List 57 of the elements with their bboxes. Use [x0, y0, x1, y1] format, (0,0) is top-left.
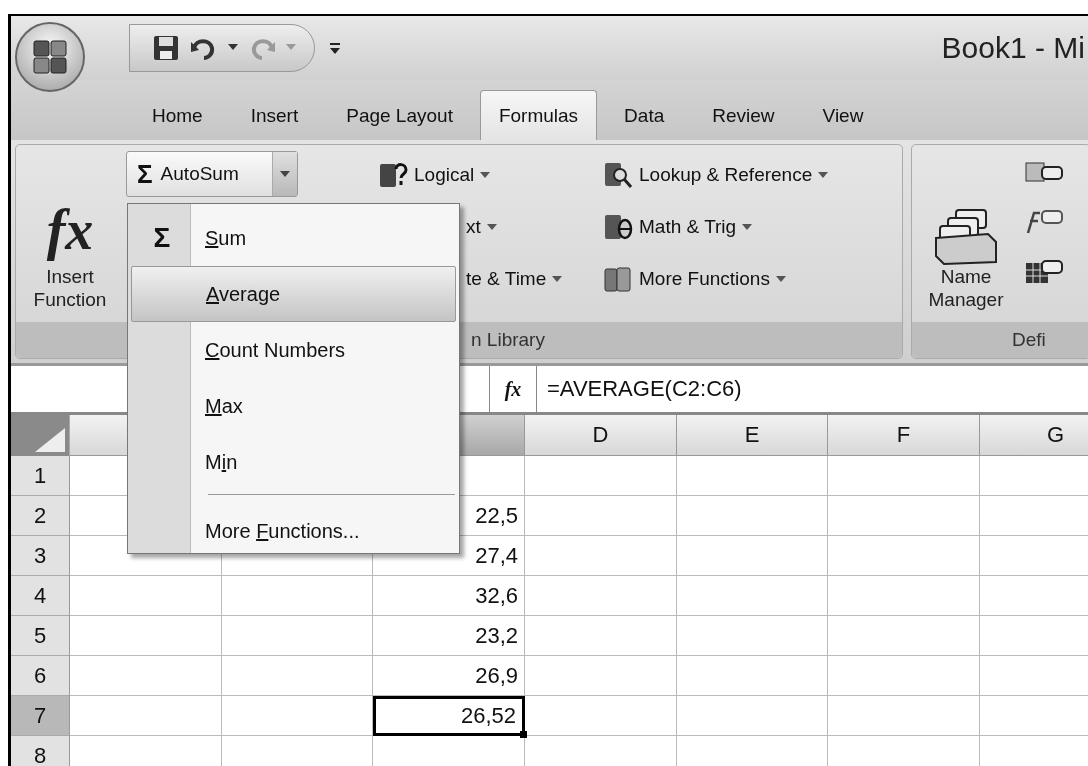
autosum-button[interactable]: Σ AutoSum	[126, 151, 298, 197]
row-header[interactable]: 2	[11, 496, 70, 536]
row-header[interactable]: 7	[11, 696, 70, 736]
column-header[interactable]: G	[980, 415, 1088, 456]
caret-icon[interactable]	[280, 171, 290, 177]
caret-icon	[486, 224, 497, 230]
use-in-formula-icon[interactable]	[1024, 207, 1064, 235]
table-cell: 23,2	[373, 616, 525, 656]
book-question-icon	[378, 161, 408, 189]
name-manager-button[interactable]: Name Manager	[912, 145, 1020, 322]
select-all-button[interactable]	[11, 415, 70, 456]
book-theta-icon	[603, 213, 633, 241]
row-header[interactable]: 4	[11, 576, 70, 616]
insert-function-button[interactable]: fx	[490, 377, 536, 401]
ribbon-tab[interactable]: Insert	[229, 90, 320, 140]
caret-icon	[742, 224, 753, 230]
function-category-button[interactable]: More Functions	[603, 253, 829, 305]
column-header[interactable]: E	[677, 415, 828, 456]
create-from-selection-icon[interactable]	[1024, 257, 1064, 285]
caret-icon	[552, 276, 563, 282]
group-label: Defi	[912, 322, 1088, 358]
caret-icon	[818, 172, 829, 178]
caret-icon	[480, 172, 491, 178]
function-category-button[interactable]: Math & Trig	[603, 201, 829, 253]
customize-toolbar-icon[interactable]	[329, 41, 341, 55]
card-box-icon	[934, 208, 998, 267]
caret-icon[interactable]	[228, 44, 238, 52]
function-category-button[interactable]: Logical	[378, 149, 593, 201]
function-category-button[interactable]: Lookup & Reference	[603, 149, 829, 201]
menu-item[interactable]: Average	[131, 266, 456, 322]
column-header[interactable]: F	[828, 415, 980, 456]
ribbon-tab[interactable]: View	[801, 90, 885, 140]
ribbon-tab[interactable]: Data	[603, 90, 686, 140]
table-cell: 26,52	[373, 696, 525, 736]
formula-field[interactable]: =AVERAGE(C2:C6)	[536, 366, 1088, 412]
column-header[interactable]: D	[525, 415, 677, 456]
row-header[interactable]: 1	[11, 456, 70, 496]
books-icon	[603, 265, 633, 293]
row-header[interactable]: 6	[11, 656, 70, 696]
book-magnifier-icon	[603, 161, 633, 189]
office-logo-icon	[30, 37, 70, 77]
row-header[interactable]: 8	[11, 736, 70, 766]
ribbon-tab[interactable]: Review	[691, 90, 796, 140]
save-icon[interactable]	[152, 34, 180, 62]
ribbon-tab[interactable]: Home	[131, 90, 224, 140]
caret-icon	[775, 276, 786, 282]
ribbon-tab[interactable]: Page Layout	[325, 90, 474, 140]
menu-item[interactable]: Max	[131, 378, 456, 434]
row-header[interactable]: 3	[11, 536, 70, 576]
table-cell: 32,6	[373, 576, 525, 616]
menu-item[interactable]: Min	[131, 434, 456, 490]
corner-triangle-icon	[35, 428, 65, 452]
row-header[interactable]: 5	[11, 616, 70, 656]
window-title: Book1 - Mi	[941, 31, 1085, 65]
insert-function-button[interactable]: fx Insert Function	[16, 145, 124, 322]
ribbon-tab[interactable]: Formulas	[479, 90, 598, 140]
table-cell: 26,9	[373, 656, 525, 696]
